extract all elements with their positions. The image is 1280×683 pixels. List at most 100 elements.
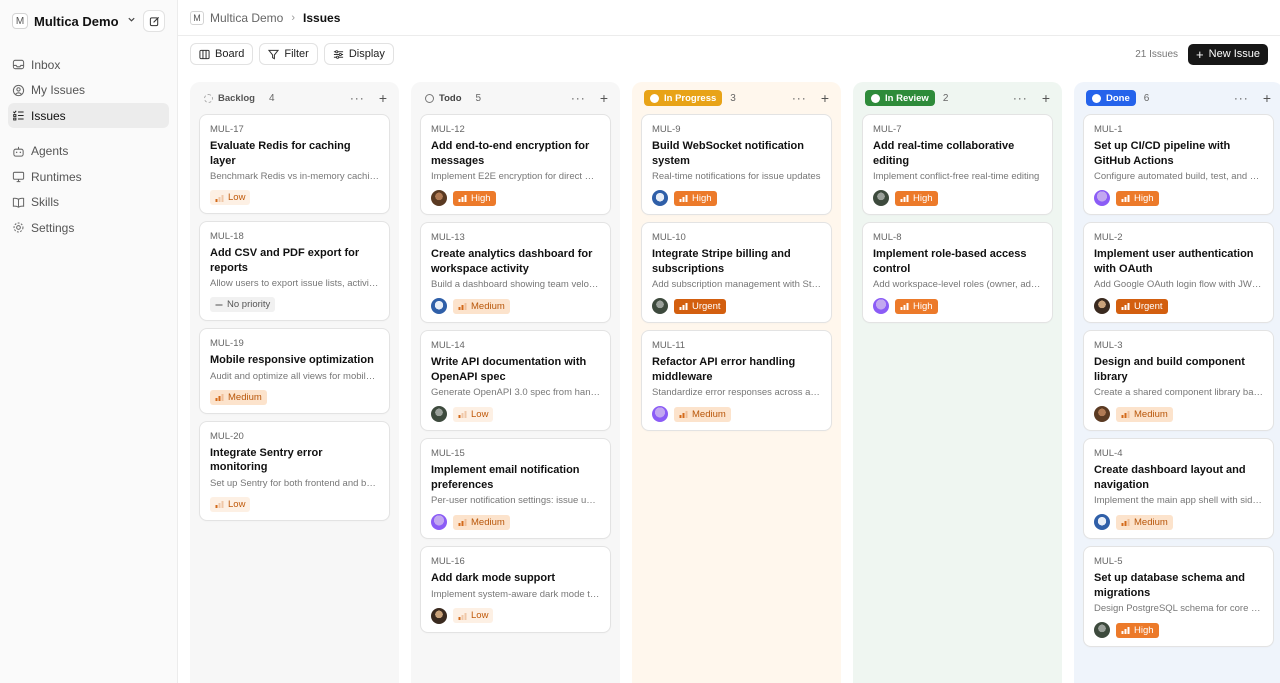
issue-card[interactable]: MUL-10 Integrate Stripe billing and subsc… <box>641 222 832 323</box>
issue-description: Add workspace-level roles (owner, admin) <box>873 279 1042 290</box>
issue-card[interactable]: MUL-19 Mobile responsive optimization Audi… <box>199 328 390 414</box>
issue-footer: Medium <box>652 406 821 422</box>
issue-description: Real-time notifications for issue update… <box>652 171 821 182</box>
priority-badge[interactable]: Medium <box>1116 406 1173 422</box>
issue-id: MUL-17 <box>210 124 244 135</box>
board-view-button[interactable]: Board <box>190 43 254 65</box>
issue-card[interactable]: MUL-15 Implement email notification prefe… <box>420 438 611 539</box>
new-issue-button[interactable]: + New Issue <box>1188 43 1268 65</box>
column-header: In Progress 3 ··· + <box>641 82 832 114</box>
filter-button[interactable]: Filter <box>259 43 318 65</box>
priority-badge[interactable]: Low <box>453 608 494 623</box>
priority-badge[interactable]: High <box>1116 622 1159 638</box>
sidebar-item-agents[interactable]: Agents <box>8 139 169 164</box>
sidebar-item-issues[interactable]: Issues <box>8 103 169 128</box>
more-icon[interactable]: ··· <box>350 91 365 105</box>
priority-badge[interactable]: Medium <box>453 514 510 530</box>
issue-id: MUL-15 <box>431 448 465 459</box>
more-icon[interactable]: ··· <box>792 91 807 105</box>
more-icon[interactable]: ··· <box>1234 91 1249 105</box>
workspace-logo: M <box>12 13 28 29</box>
column-in-progress: In Progress 3 ··· + MUL-9 Build WebSocket not… <box>632 82 841 683</box>
issue-id: MUL-1 <box>1094 124 1123 135</box>
priority-bars-icon <box>458 411 467 418</box>
priority-badge[interactable]: Medium <box>453 298 510 314</box>
issue-card[interactable]: MUL-13 Create analytics dashboard for wor… <box>420 222 611 323</box>
issue-card[interactable]: MUL-14 Write API documentation with OpenA… <box>420 330 611 431</box>
sidebar-item-inbox[interactable]: Inbox <box>8 52 169 77</box>
sidebar-item-runtimes[interactable]: Runtimes <box>8 164 169 189</box>
priority-badge[interactable]: Urgent <box>1116 298 1168 314</box>
breadcrumb-workspace[interactable]: Multica Demo <box>210 11 283 25</box>
priority-bars-icon <box>458 195 467 202</box>
display-button[interactable]: Display <box>323 43 394 65</box>
workspace-logo: M <box>190 10 204 25</box>
priority-bars-icon <box>1121 519 1130 526</box>
priority-label: High <box>913 300 933 312</box>
column-done: Done 6 ··· + MUL-1 Set up CI/CD pipeline with… <box>1074 82 1280 683</box>
sidebar-item-label: My Issues <box>31 83 86 97</box>
issue-description: Configure automated build, test, and dep… <box>1094 171 1263 182</box>
add-issue-icon[interactable]: + <box>1263 90 1271 106</box>
sidebar-item-label: Skills <box>31 195 60 209</box>
priority-badge[interactable]: Medium <box>210 389 267 405</box>
issue-card[interactable]: MUL-11 Refactor API error handling middle… <box>641 330 832 431</box>
priority-badge[interactable]: Low <box>210 496 251 512</box>
priority-badge[interactable]: High <box>895 190 938 206</box>
add-issue-icon[interactable]: + <box>379 90 387 106</box>
sidebar-item-settings[interactable]: Settings <box>8 215 169 240</box>
issue-description: Allow users to export issue lists, activ… <box>210 278 379 289</box>
add-issue-icon[interactable]: + <box>821 90 829 106</box>
user-circle-icon <box>12 84 25 96</box>
workspace-switcher[interactable]: M Multica Demo <box>8 8 169 34</box>
issue-card[interactable]: MUL-1 Set up CI/CD pipeline with GitHub A… <box>1083 114 1274 215</box>
priority-badge[interactable]: High <box>895 298 938 314</box>
issue-title: Implement role-based access control <box>873 248 1027 275</box>
priority-badge[interactable]: No priority <box>210 297 276 312</box>
issue-title: Set up CI/CD pipeline with GitHub Action… <box>1094 140 1231 167</box>
priority-badge[interactable]: Low <box>453 406 494 422</box>
add-issue-icon[interactable]: + <box>600 90 608 106</box>
issue-card[interactable]: MUL-3 Design and build component library C… <box>1083 330 1274 431</box>
issue-title: Add real-time collaborative editing <box>873 140 1015 167</box>
priority-badge[interactable]: Medium <box>674 406 731 422</box>
priority-bars-icon <box>679 195 688 202</box>
sidebar-item-my-issues[interactable]: My Issues <box>8 78 169 103</box>
priority-badge[interactable]: Medium <box>1116 514 1173 530</box>
issue-card[interactable]: MUL-18 Add CSV and PDF export for reports… <box>199 221 390 321</box>
add-issue-icon[interactable]: + <box>1042 90 1050 106</box>
priority-label: Urgent <box>692 300 721 312</box>
avatar <box>1094 190 1110 206</box>
issue-card[interactable]: MUL-2 Implement user authentication with … <box>1083 222 1274 323</box>
priority-bars-icon <box>900 195 909 202</box>
issue-card[interactable]: MUL-8 Implement role-based access control… <box>862 222 1053 323</box>
priority-badge[interactable]: High <box>674 190 717 206</box>
priority-badge[interactable]: Urgent <box>674 298 726 314</box>
sidebar-item-skills[interactable]: Skills <box>8 190 169 215</box>
avatar <box>431 190 447 206</box>
priority-badge[interactable]: Low <box>210 190 251 205</box>
more-icon[interactable]: ··· <box>571 91 586 105</box>
issue-description: Build a dashboard showing team velocity <box>431 279 600 290</box>
more-icon[interactable]: ··· <box>1013 91 1028 105</box>
compose-button[interactable] <box>143 10 165 32</box>
display-label: Display <box>348 48 385 60</box>
issue-card[interactable]: MUL-5 Set up database schema and migratio… <box>1083 546 1274 647</box>
priority-bars-icon <box>215 501 224 508</box>
issue-card[interactable]: MUL-4 Create dashboard layout and navigat… <box>1083 438 1274 539</box>
issue-footer: High <box>1094 190 1263 206</box>
backlog-status-icon <box>204 93 213 103</box>
priority-badge[interactable]: High <box>453 190 496 206</box>
priority-badge[interactable]: High <box>1116 190 1159 206</box>
issue-card[interactable]: MUL-20 Integrate Sentry error monitoring S… <box>199 420 390 521</box>
board-label: Board <box>215 48 245 60</box>
sidebar-item-label: Issues <box>31 108 66 123</box>
issue-card[interactable]: MUL-7 Add real-time collaborative editing… <box>862 114 1053 215</box>
issue-card[interactable]: MUL-17 Evaluate Redis for caching layer Be… <box>199 114 390 214</box>
sidebar: M Multica Demo Inbox My Issues Issues Ag… <box>0 0 178 683</box>
issue-card[interactable]: MUL-16 Add dark mode support Implement sys… <box>420 546 611 633</box>
issue-title: Create dashboard layout and navigation <box>1094 464 1246 491</box>
issue-card[interactable]: MUL-9 Build WebSocket notification system… <box>641 114 832 215</box>
column-count: 2 <box>942 92 949 104</box>
issue-card[interactable]: MUL-12 Add end-to-end encryption for mess… <box>420 114 611 215</box>
